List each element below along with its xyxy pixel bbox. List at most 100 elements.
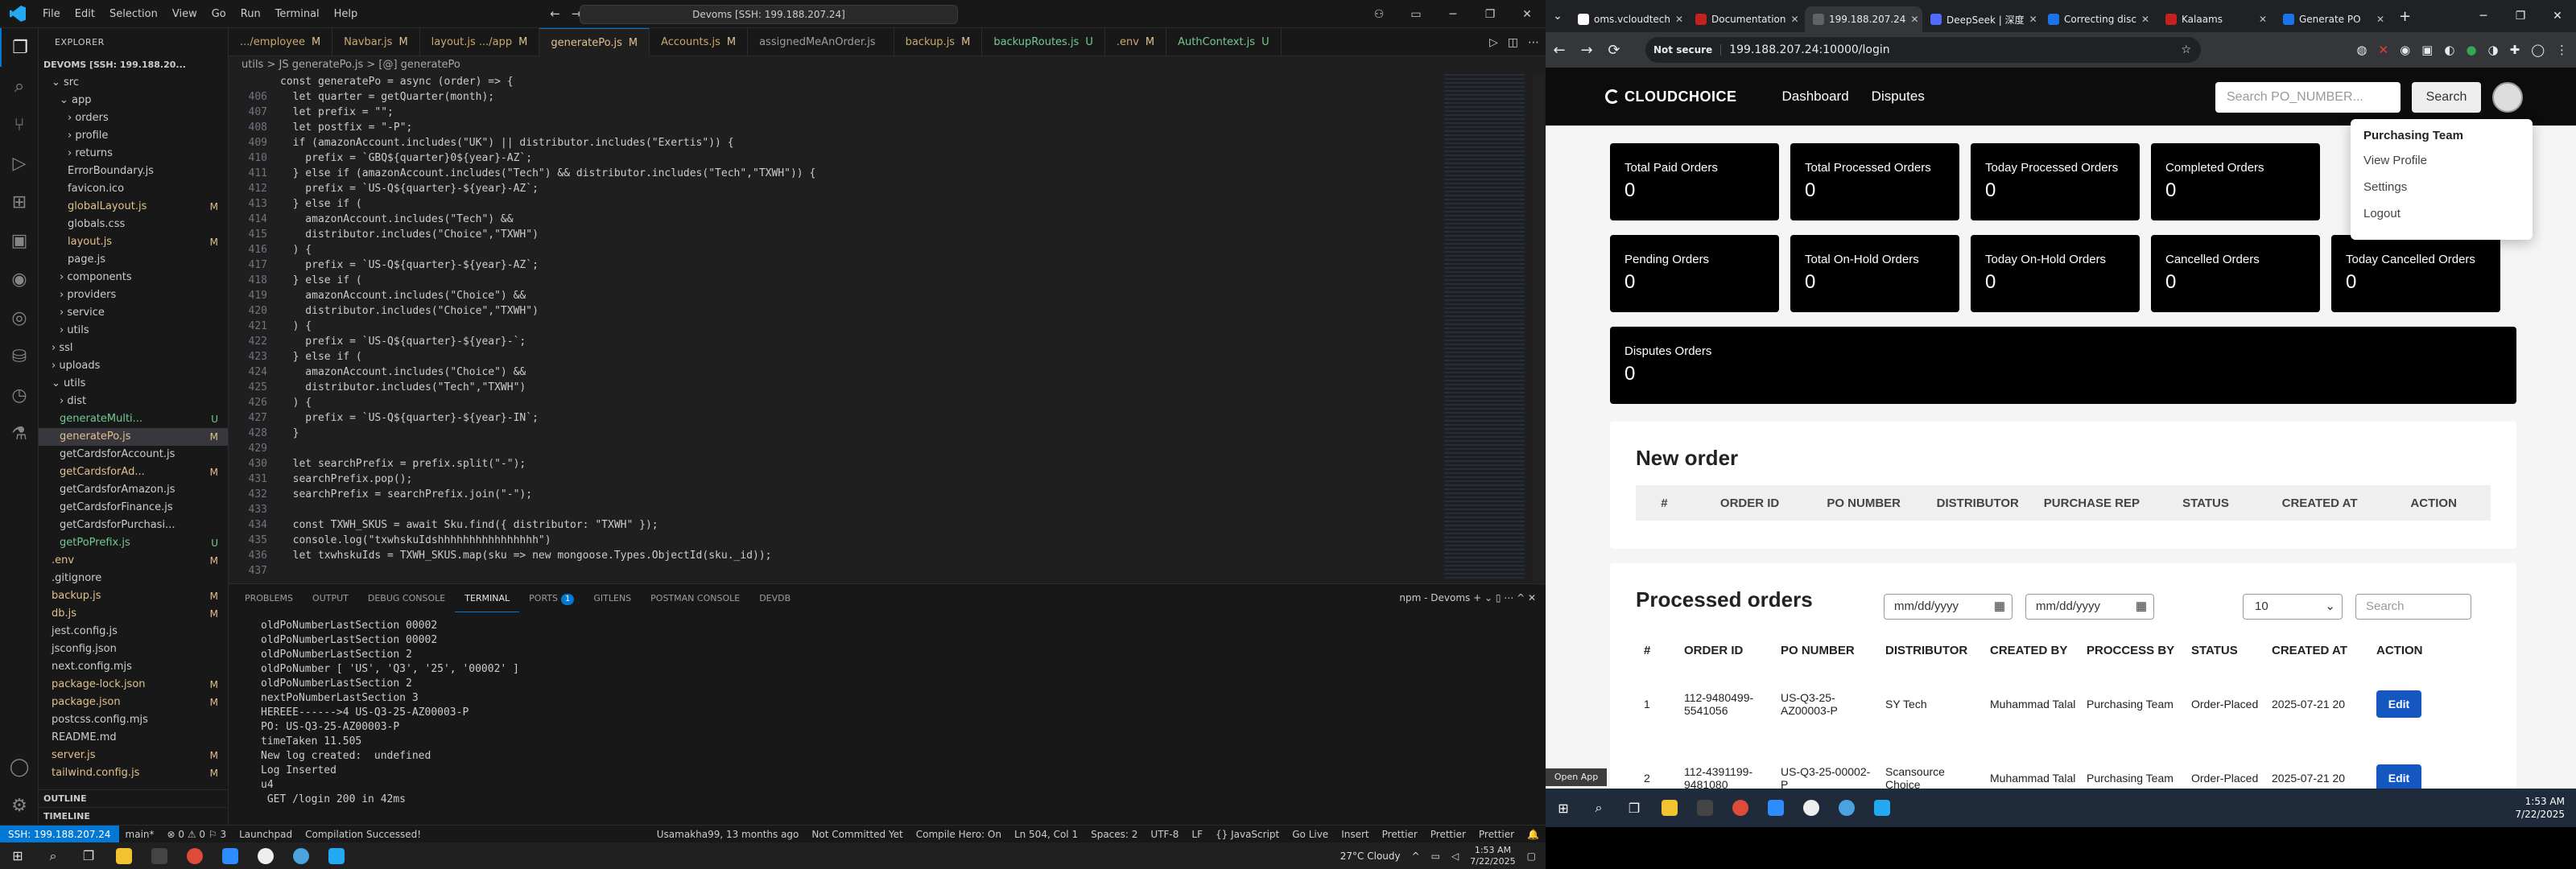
prettier-2[interactable]: Prettier [1424, 829, 1472, 840]
launchpad[interactable]: Launchpad [233, 829, 299, 840]
tree-item[interactable]: › returns [39, 145, 228, 163]
tree-item[interactable]: › providers [39, 286, 228, 304]
database-icon[interactable]: ⛁ [0, 337, 39, 376]
workspace-root[interactable]: DEVOMS [SSH: 199.188.20... [39, 56, 228, 74]
clock[interactable]: 1:53 AM 7/22/2025 [1470, 845, 1515, 867]
tab-close-icon[interactable]: ✕ [2141, 14, 2149, 25]
stat-card[interactable]: Pending Orders 0 [1610, 235, 1779, 312]
copilot-icon[interactable]: ⚇ [1360, 8, 1397, 21]
menu-go[interactable]: Go [204, 8, 233, 20]
insert-mode[interactable]: Insert [1335, 829, 1375, 840]
tree-item[interactable]: backup.js M [39, 587, 228, 605]
language-mode[interactable]: {} JavaScript [1209, 829, 1286, 840]
tab-problems[interactable]: PROBLEMS [235, 584, 303, 612]
tree-item[interactable]: getPoPrefix.js U [39, 534, 228, 552]
extension-icon-2[interactable]: ✕ [2378, 43, 2388, 57]
compile-hero[interactable]: Compile Hero: On [910, 829, 1008, 840]
encoding[interactable]: UTF-8 [1144, 829, 1185, 840]
browser-tab[interactable]: Generate PO ✕ [2275, 6, 2392, 32]
git-blame[interactable]: Usamakha99, 13 months ago [650, 829, 806, 840]
terminal-output[interactable]: oldPoNumberLastSection 00002 oldPoNumberL… [229, 612, 1546, 822]
stat-card[interactable]: Total Paid Orders 0 [1610, 143, 1779, 220]
back-arrow-icon[interactable]: ← [550, 6, 560, 21]
tab-ports[interactable]: PORTS 1 [519, 584, 584, 612]
tab-close-icon[interactable]: ✕ [2029, 14, 2037, 25]
notification-center-icon[interactable]: ▢ [1527, 850, 1536, 862]
po-search-button[interactable]: Search [2412, 82, 2481, 113]
store-icon-right[interactable] [1687, 795, 1723, 822]
indentation[interactable]: Spaces: 2 [1084, 829, 1144, 840]
browser-tab[interactable]: Correcting disc ✕ [2040, 6, 2157, 32]
tree-item[interactable]: › dist [39, 393, 228, 410]
browser-tab[interactable]: DeepSeek | 深度 ✕ [1922, 6, 2040, 32]
stat-card[interactable]: Cancelled Orders 0 [2151, 235, 2320, 312]
browser-tab[interactable]: oms.vcloudtech ✕ [1570, 6, 1687, 32]
tree-item[interactable]: ⌄ src [39, 74, 228, 92]
commit-status[interactable]: Not Committed Yet [805, 829, 909, 840]
task-view-icon-right[interactable]: ❐ [1616, 795, 1652, 822]
menu-help[interactable]: Help [327, 8, 365, 20]
tree-item[interactable]: getCardsforAmazon.js [39, 481, 228, 499]
editor-tab[interactable]: generatePo.js M [539, 28, 650, 56]
clock-right[interactable]: 1:53 AM 7/22/2025 [2515, 795, 2576, 821]
zoom-icon-right[interactable] [1758, 795, 1794, 822]
tree-item[interactable]: favicon.ico [39, 180, 228, 198]
tree-item[interactable]: › ssl [39, 340, 228, 357]
chrome-reload-icon[interactable]: ⟳ [1600, 42, 1628, 59]
app-icon[interactable] [248, 842, 283, 869]
extensions-puzzle-icon[interactable]: ✚ [2510, 43, 2520, 57]
edit-button[interactable]: Edit [2376, 764, 2421, 789]
tree-item[interactable]: next.config.mjs [39, 658, 228, 676]
tree-item[interactable]: generateMulti... U [39, 410, 228, 428]
extension-icon-6[interactable]: ● [2466, 43, 2476, 57]
compile-status[interactable]: Compilation Successed! [299, 829, 427, 840]
profile-icon[interactable]: ◯ [2531, 43, 2545, 57]
prettier-3[interactable]: Prettier [1472, 829, 1521, 840]
chrome-menu-icon[interactable]: ⋮ [2556, 43, 2568, 57]
tree-item[interactable]: postcss.config.mjs [39, 711, 228, 729]
remote-explorer-icon[interactable]: ▣ [0, 221, 39, 260]
chrome-icon-right[interactable] [1723, 795, 1758, 822]
close-icon[interactable]: ✕ [1509, 8, 1546, 21]
tree-item[interactable]: › utils [39, 322, 228, 340]
more-actions-icon[interactable]: ⋯ [1528, 36, 1539, 49]
network-icon[interactable]: ▭ [1431, 850, 1440, 862]
weather[interactable]: 27°C Cloudy [1340, 850, 1401, 862]
browser-tab[interactable]: Documentation ✕ [1687, 6, 1805, 32]
tree-item[interactable]: generatePo.js M [39, 428, 228, 446]
chrome-icon[interactable] [177, 842, 213, 869]
taskbar-search-icon[interactable]: ⌕ [35, 842, 71, 869]
tree-item[interactable]: jest.config.js [39, 623, 228, 640]
tree-item[interactable]: getCardsforPurchasi... [39, 517, 228, 534]
editor-tab[interactable]: Navbar.js M [332, 28, 420, 56]
tab-debug-console[interactable]: DEBUG CONSOLE [358, 584, 455, 612]
tree-item[interactable]: ErrorBoundary.js [39, 163, 228, 180]
chrome-forward-icon[interactable]: → [1573, 42, 1600, 59]
tree-item[interactable]: getCardsforAccount.js [39, 446, 228, 463]
extension-icon-3[interactable]: ◉ [2400, 43, 2410, 57]
tree-item[interactable]: getCardsforAd... M [39, 463, 228, 481]
vscode-taskbar-icon[interactable] [319, 842, 354, 869]
settings-gear-icon[interactable]: ⚙ [0, 786, 39, 825]
prettier-1[interactable]: Prettier [1376, 829, 1424, 840]
eol[interactable]: LF [1185, 829, 1209, 840]
app-icon-2[interactable] [283, 842, 319, 869]
tab-search-icon[interactable]: ⌄ [1546, 10, 1570, 23]
stat-card[interactable]: Today On-Hold Orders 0 [1971, 235, 2140, 312]
address-bar[interactable]: Not secure 199.188.207.24:10000/login ☆ [1645, 37, 2201, 63]
menu-view[interactable]: View [165, 8, 204, 20]
tree-item[interactable]: jsconfig.json [39, 640, 228, 658]
nav-disputes[interactable]: Disputes [1872, 89, 1925, 105]
extension-icon-4[interactable]: ▣ [2421, 43, 2433, 57]
page-size-select[interactable]: 10 ⌄ [2243, 594, 2343, 620]
remote-indicator[interactable]: SSH: 199.188.207.24 [0, 825, 119, 843]
chrome-maximize-icon[interactable]: ❐ [2502, 0, 2539, 32]
open-app-button[interactable]: Open App [1546, 768, 1607, 786]
cursor-position[interactable]: Ln 504, Col 1 [1008, 829, 1084, 840]
store-icon[interactable] [142, 842, 177, 869]
tab-close-icon[interactable]: ✕ [1675, 14, 1683, 25]
tree-item[interactable]: › orders [39, 109, 228, 127]
editor-tab[interactable]: backupRoutes.js U [982, 28, 1105, 56]
minimap[interactable] [1444, 74, 1525, 581]
chrome-minimize-icon[interactable]: ─ [2465, 0, 2502, 32]
